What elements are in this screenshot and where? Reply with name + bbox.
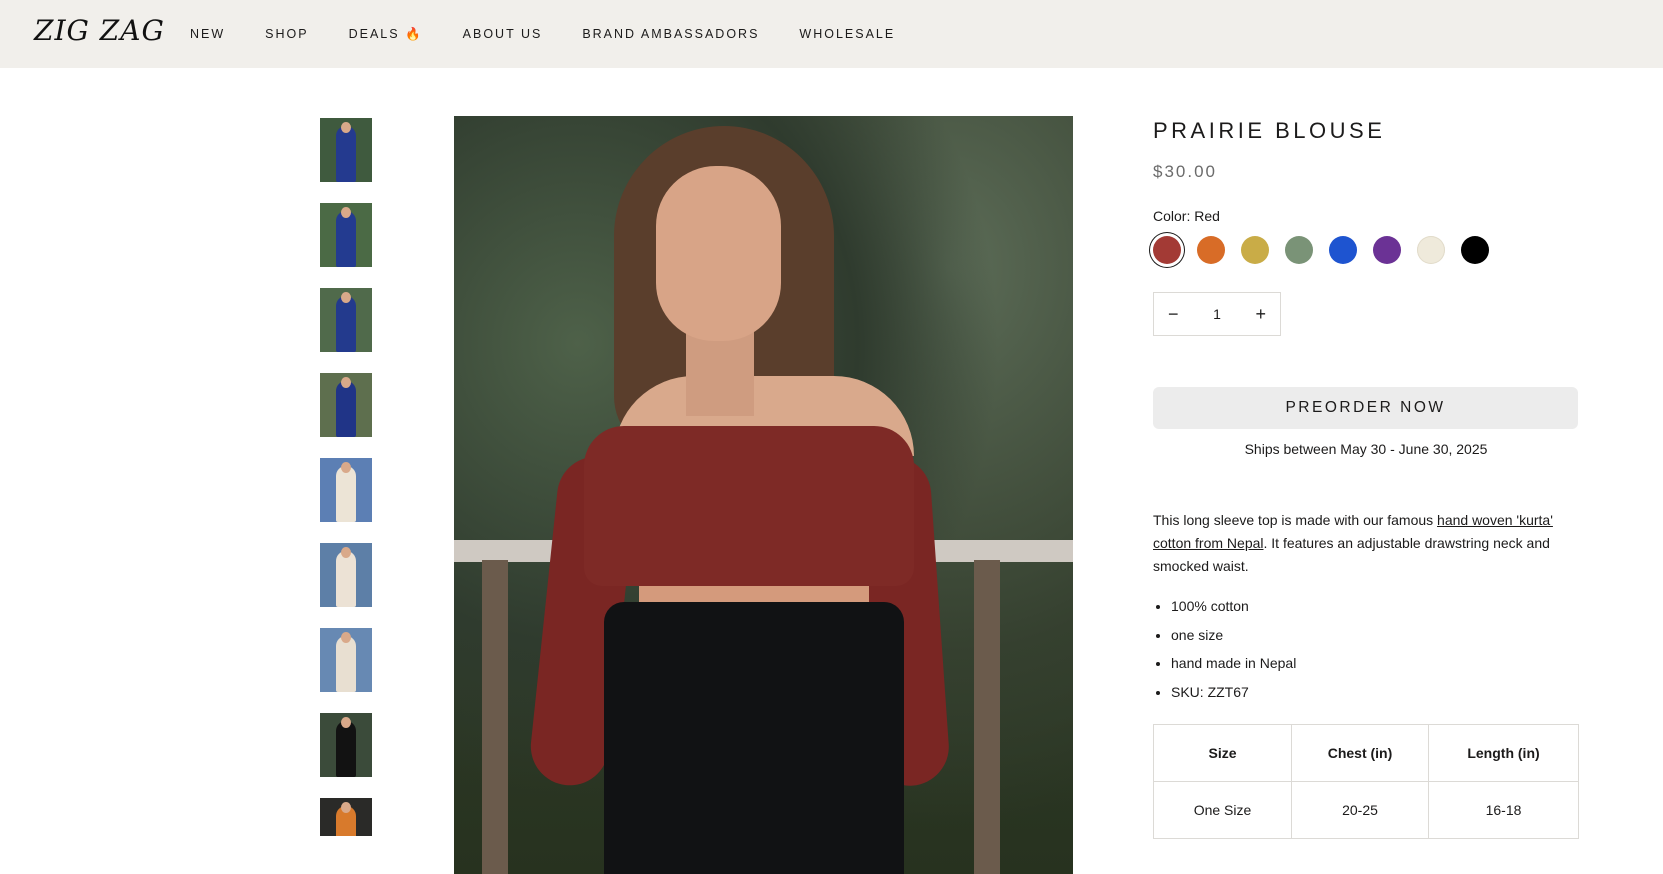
size-table-header: Size Chest (in) Length (in) (1153, 724, 1579, 782)
product-description: This long sleeve top is made with our fa… (1153, 509, 1579, 578)
thumbnail-model-head (341, 292, 351, 303)
thumbnail-model-head (341, 462, 351, 473)
color-swatch-red[interactable] (1153, 236, 1181, 264)
thumbnail-outfit (336, 466, 356, 522)
ships-info: Ships between May 30 - June 30, 2025 (1244, 441, 1488, 457)
feature-item: one size (1171, 621, 1579, 650)
image-skirt (604, 602, 904, 874)
color-swatch-orange[interactable] (1197, 236, 1225, 264)
thumbnail-outfit (336, 296, 356, 352)
thumbnail-model-head (341, 802, 351, 813)
quantity-increase-button[interactable]: + (1255, 304, 1266, 325)
quantity-value[interactable]: 1 (1213, 306, 1221, 322)
product-thumbnail[interactable] (320, 628, 372, 692)
thumbnail-model-head (341, 717, 351, 728)
color-swatch-sage[interactable] (1285, 236, 1313, 264)
color-label: Color: Red (1153, 208, 1220, 224)
thumbnail-model-head (341, 632, 351, 643)
product-thumbnail[interactable] (320, 373, 372, 437)
chest-header: Chest (in) (1291, 724, 1429, 782)
thumbnail-model-head (341, 377, 351, 388)
product-title: PRAIRIE BLOUSE (1153, 118, 1386, 143)
image-railing-post (482, 560, 508, 874)
product-thumbnail[interactable] (320, 203, 372, 267)
image-railing-post (974, 560, 1000, 874)
description-text: This long sleeve top is made with our fa… (1153, 512, 1438, 528)
product-thumbnail[interactable] (320, 798, 372, 836)
color-swatch-cream[interactable] (1417, 236, 1445, 264)
length-header: Length (in) (1428, 724, 1579, 782)
product-thumbnail[interactable] (320, 543, 372, 607)
color-swatch-mustard[interactable] (1241, 236, 1269, 264)
color-swatches (1153, 236, 1579, 264)
nav-new[interactable]: NEW (190, 27, 225, 41)
thumbnail-outfit (336, 211, 356, 267)
thumbnail-outfit (336, 551, 356, 607)
nav-about-us[interactable]: ABOUT US (463, 27, 543, 41)
size-cell: One Size (1153, 781, 1292, 839)
feature-item: hand made in Nepal (1171, 649, 1579, 678)
thumbnail-model-head (341, 547, 351, 558)
nav-brand-ambassadors[interactable]: BRAND AMBASSADORS (582, 27, 759, 41)
product-thumbnail[interactable] (320, 713, 372, 777)
quantity-decrease-button[interactable]: − (1168, 304, 1179, 325)
feature-item: 100% cotton (1171, 592, 1579, 621)
thumbnail-outfit (336, 721, 356, 777)
product-info: PRAIRIE BLOUSE $30.00 Color: Red − 1 + P… (1153, 118, 1579, 839)
nav-shop[interactable]: SHOP (265, 27, 308, 41)
size-header: Size (1153, 724, 1292, 782)
image-blouse (584, 426, 914, 586)
length-cell: 16-18 (1428, 781, 1579, 839)
product-features: 100% cotton one size hand made in Nepal … (1153, 592, 1579, 706)
main-product-image[interactable] (454, 116, 1073, 874)
thumbnail-outfit (336, 126, 356, 182)
thumbnail-list (320, 118, 372, 857)
image-model-face (656, 166, 781, 341)
nav-deals[interactable]: DEALS 🔥 (349, 27, 423, 42)
color-swatch-purple[interactable] (1373, 236, 1401, 264)
site-logo[interactable]: ZIG ZAG (34, 14, 165, 47)
thumbnail-outfit (336, 381, 356, 437)
product-thumbnail[interactable] (320, 458, 372, 522)
color-swatch-black[interactable] (1461, 236, 1489, 264)
thumbnail-model-head (341, 122, 351, 133)
site-header: ZIG ZAG NEW SHOP DEALS 🔥 ABOUT US BRAND … (0, 0, 1663, 68)
size-table: Size Chest (in) Length (in) One Size 20-… (1153, 724, 1579, 839)
chest-cell: 20-25 (1291, 781, 1429, 839)
product-thumbnail[interactable] (320, 118, 372, 182)
thumbnail-outfit (336, 636, 356, 692)
color-swatch-blue[interactable] (1329, 236, 1357, 264)
preorder-button[interactable]: PREORDER NOW (1153, 387, 1578, 429)
nav-wholesale[interactable]: WHOLESALE (799, 27, 895, 41)
main-nav: NEW SHOP DEALS 🔥 ABOUT US BRAND AMBASSAD… (190, 0, 935, 68)
quantity-stepper: − 1 + (1153, 292, 1281, 336)
product-thumbnail[interactable] (320, 288, 372, 352)
product-price: $30.00 (1153, 162, 1217, 181)
thumbnail-model-head (341, 207, 351, 218)
feature-item: SKU: ZZT67 (1171, 678, 1579, 707)
table-row: One Size 20-25 16-18 (1153, 781, 1579, 839)
